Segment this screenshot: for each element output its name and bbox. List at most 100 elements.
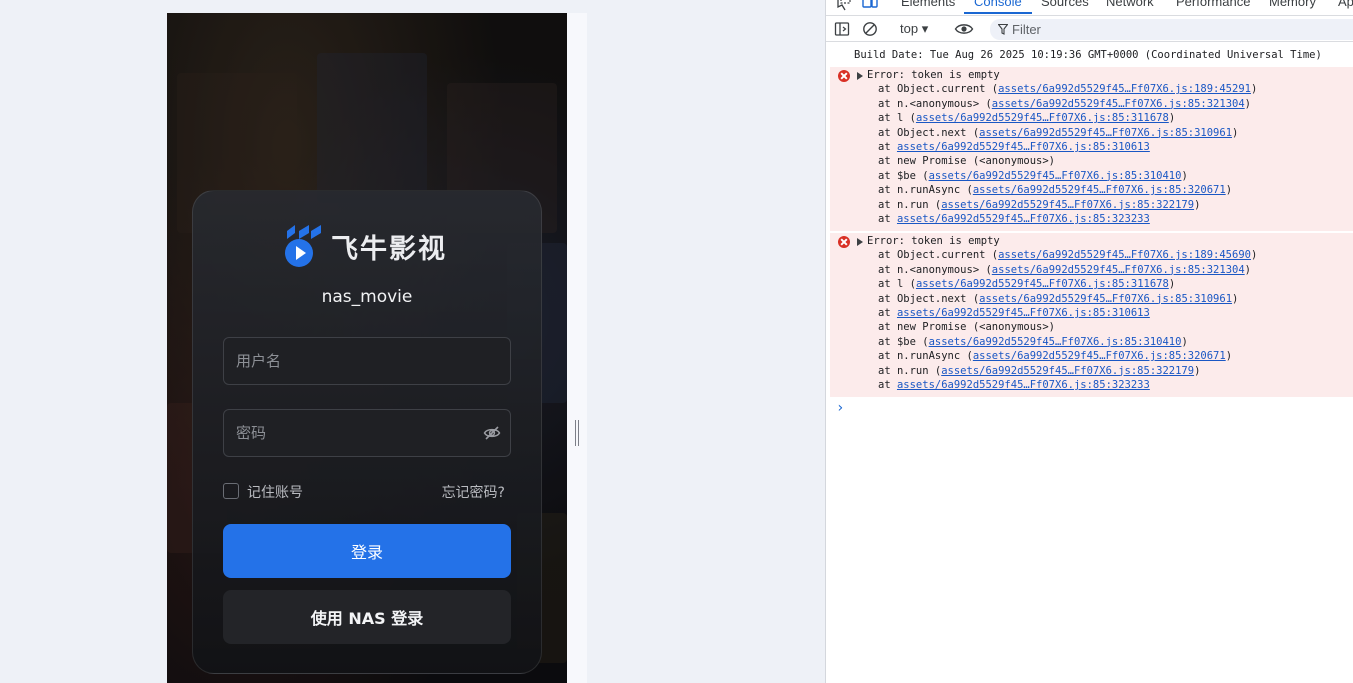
clear-console-icon[interactable] [862,21,878,37]
stack-frame-prefix: at n.run ( [878,198,942,211]
stack-frame: at n.<anonymous> (assets/6a992d5529f45…F… [878,264,1251,276]
tab-network[interactable]: Network [1106,0,1154,9]
context-select[interactable]: top ▾ [900,21,928,37]
stack-frame-suffix: ) [1194,364,1201,377]
resize-handle[interactable] [575,420,579,446]
stack-frame-prefix: at n.run ( [878,364,942,377]
source-link[interactable]: assets/6a992d5529f45…Ff07X6.js:85:320671 [973,184,1226,196]
source-link[interactable]: assets/6a992d5529f45…Ff07X6.js:189:45291 [998,83,1251,95]
forgot-password-link[interactable]: 忘记密码? [442,482,505,502]
source-link[interactable]: assets/6a992d5529f45…Ff07X6.js:85:323233 [897,213,1150,225]
console-output: Build Date: Tue Aug 26 2025 10:19:36 GMT… [826,43,1353,683]
source-link[interactable]: assets/6a992d5529f45…Ff07X6.js:85:310961 [979,127,1232,139]
stack-frame: at assets/6a992d5529f45…Ff07X6.js:85:323… [878,379,1150,391]
sidebar-toggle-icon[interactable] [834,21,850,37]
stack-frame-suffix: ) [1168,278,1176,291]
stack-frame: at assets/6a992d5529f45…Ff07X6.js:85:323… [878,213,1150,225]
stack-frame-prefix: at n.runAsync ( [878,350,973,363]
stack-frame-suffix: ) [1244,263,1251,276]
source-link[interactable]: assets/6a992d5529f45…Ff07X6.js:85:321304 [992,98,1245,110]
username-field[interactable] [223,337,511,385]
source-link[interactable]: assets/6a992d5529f45…Ff07X6.js:85:322179 [941,365,1194,377]
filter-icon [998,24,1008,35]
stack-frame: at new Promise (<anonymous>) [878,155,1055,167]
tab-application[interactable]: Ap [1338,0,1353,9]
stack-frame: at assets/6a992d5529f45…Ff07X6.js:85:310… [878,307,1150,319]
login-card: 飞牛影视 nas_movie 记住账号 忘记密码? 登录 使用 NAS [192,190,542,674]
source-link[interactable]: assets/6a992d5529f45…Ff07X6.js:85:310613 [897,307,1150,319]
viewport-gutter [567,13,587,683]
eye-icon[interactable] [954,21,974,37]
stack-frame-prefix: at [878,213,897,225]
stack-frame: at $be (assets/6a992d5529f45…Ff07X6.js:8… [878,170,1188,182]
source-link[interactable]: assets/6a992d5529f45…Ff07X6.js:85:320671 [973,350,1226,362]
stack-frame-suffix: ) [1250,83,1258,96]
expand-arrow-icon[interactable] [857,238,863,246]
stack-frame-suffix: ) [1194,198,1201,211]
stack-frame-suffix: ) [1225,350,1233,363]
tab-console[interactable]: Console [974,0,1022,9]
source-link[interactable]: assets/6a992d5529f45…Ff07X6.js:85:311678 [916,278,1169,290]
source-link[interactable]: assets/6a992d5529f45…Ff07X6.js:85:321304 [992,264,1245,276]
stack-frame: at n.<anonymous> (assets/6a992d5529f45…F… [878,98,1251,110]
source-link[interactable]: assets/6a992d5529f45…Ff07X6.js:85:323233 [897,379,1150,391]
stack-frame: at l (assets/6a992d5529f45…Ff07X6.js:85:… [878,112,1175,124]
error-icon [838,236,850,248]
tab-memory[interactable]: Memory [1269,0,1316,9]
stack-frame-prefix: at $be ( [878,335,929,348]
tab-elements[interactable]: Elements [901,0,955,9]
devtools-panel: Elements Console Sources Network Perform… [825,0,1353,683]
stack-frame-suffix: ) [1168,112,1176,125]
build-date-log: Build Date: Tue Aug 26 2025 10:19:36 GMT… [854,49,1322,61]
source-link[interactable]: assets/6a992d5529f45…Ff07X6.js:189:45690 [998,249,1251,261]
stack-frame: at assets/6a992d5529f45…Ff07X6.js:85:310… [878,141,1150,153]
inspect-element-icon[interactable] [836,0,852,11]
stack-frame-suffix: ) [1181,169,1188,182]
error-message: Error: token is empty [867,235,1000,247]
brand: 飞牛影视 [281,223,447,269]
eye-off-icon[interactable] [483,424,501,442]
stack-frame-suffix: ) [1250,249,1258,262]
password-input[interactable] [224,410,510,456]
stack-frame: at n.runAsync (assets/6a992d5529f45…Ff07… [878,350,1232,362]
filter-box[interactable] [990,19,1353,40]
stack-frame: at n.run (assets/6a992d5529f45…Ff07X6.js… [878,365,1200,377]
device-toolbar-icon[interactable] [862,0,878,11]
source-link[interactable]: assets/6a992d5529f45…Ff07X6.js:85:310961 [979,293,1232,305]
stack-frame-prefix: at l ( [878,278,916,291]
stack-frame-prefix: at new Promise (<anonymous>) [878,321,1056,334]
tab-performance[interactable]: Performance [1176,0,1250,9]
stack-frame-suffix: ) [1244,97,1251,110]
chevron-down-icon: ▾ [921,21,929,36]
remember-checkbox[interactable] [223,483,239,499]
filter-input[interactable] [1012,19,1342,40]
devtools-tabs: Elements Console Sources Network Perform… [826,0,1353,14]
source-link[interactable]: assets/6a992d5529f45…Ff07X6.js:85:311678 [916,112,1169,124]
stack-frame-prefix: at n.<anonymous> ( [878,263,992,276]
stack-frame-prefix: at l ( [878,112,916,125]
login-button[interactable]: 登录 [223,524,511,578]
nas-login-button[interactable]: 使用 NAS 登录 [223,590,511,644]
stack-frame: at n.runAsync (assets/6a992d5529f45…Ff07… [878,184,1232,196]
source-link[interactable]: assets/6a992d5529f45…Ff07X6.js:85:310410 [929,336,1182,348]
device-viewport: 飞牛影视 nas_movie 记住账号 忘记密码? 登录 使用 NAS [0,0,825,683]
stack-frame-prefix: at n.<anonymous> ( [878,97,992,110]
stack-frame-prefix: at Object.current ( [878,249,999,262]
error-message: Error: token is empty [867,69,1000,81]
active-tab-indicator [964,12,1032,14]
stack-frame-prefix: at [878,141,897,153]
username-input[interactable] [224,338,510,384]
tab-sources[interactable]: Sources [1041,0,1089,9]
context-value: top [900,21,919,36]
error-message-block: Error: token is empty at Object.current (… [830,233,1353,397]
stack-frame-suffix: ) [1232,292,1239,305]
expand-arrow-icon[interactable] [857,72,863,80]
source-link[interactable]: assets/6a992d5529f45…Ff07X6.js:85:310613 [897,141,1150,153]
stack-frame: at Object.current (assets/6a992d5529f45…… [878,83,1257,95]
stack-frame: at Object.current (assets/6a992d5529f45…… [878,249,1257,261]
source-link[interactable]: assets/6a992d5529f45…Ff07X6.js:85:310410 [929,170,1182,182]
source-link[interactable]: assets/6a992d5529f45…Ff07X6.js:85:322179 [941,199,1194,211]
password-field[interactable] [223,409,511,457]
console-prompt-chevron-icon[interactable]: › [836,400,844,416]
stack-frame: at new Promise (<anonymous>) [878,321,1055,333]
